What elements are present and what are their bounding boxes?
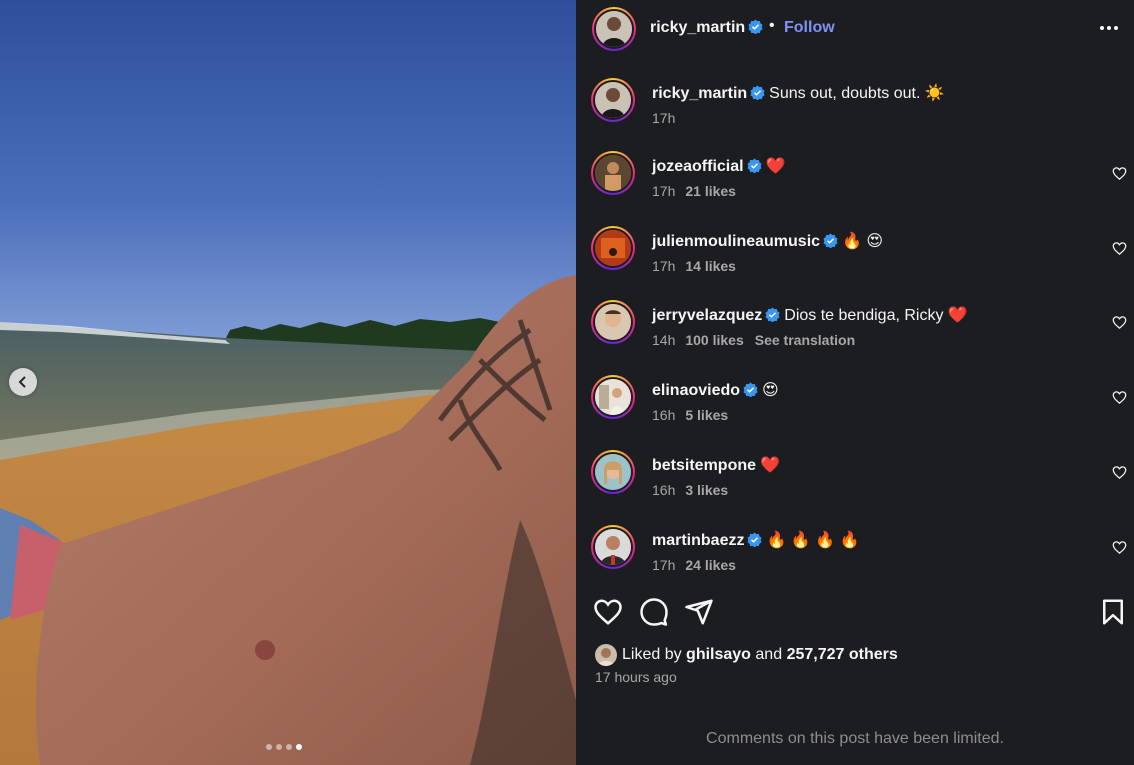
heart-icon[interactable] [1112, 540, 1127, 555]
comment-username[interactable]: betsitempone [652, 457, 756, 474]
caption-time: 17h [652, 110, 676, 126]
heart-icon[interactable] [593, 597, 623, 627]
comment-text: 🔥 🔥 🔥 🔥 [766, 532, 860, 549]
heart-icon[interactable] [1112, 166, 1127, 181]
caption-username[interactable]: ricky_martin [652, 85, 747, 102]
comment-time[interactable]: 14h [652, 332, 675, 348]
commenter-avatar[interactable] [591, 300, 635, 344]
follow-button[interactable]: Follow [784, 19, 835, 37]
caption-text: Suns out, doubts out. ☀️ [769, 85, 945, 102]
header-separator: • [769, 17, 775, 34]
comment-item: jozeaofficial ❤️ 17h 21 likes [576, 151, 1134, 211]
comment-text: ❤️ [765, 158, 786, 175]
post-side-panel: ricky_martin • Follow ricky_martin Suns o… [576, 0, 1134, 765]
comment-likes[interactable]: 3 likes [685, 482, 728, 498]
likes-summary: Liked by ghilsayo and 257,727 others [595, 644, 898, 666]
liked-by-joiner: and [755, 646, 783, 663]
verified-badge-icon [748, 19, 763, 34]
author-username-text: ricky_martin [650, 19, 746, 36]
comment-likes[interactable]: 21 likes [685, 183, 736, 199]
post-photo [0, 0, 576, 765]
comment-item: martinbaezz 🔥 🔥 🔥 🔥 17h 24 likes [576, 525, 1134, 585]
caption-line: ricky_martin Suns out, doubts out. ☀️ [652, 83, 945, 103]
post-timestamp[interactable]: 17 hours ago [595, 669, 677, 685]
comment-time[interactable]: 17h [652, 183, 675, 199]
post-actions [576, 594, 1134, 630]
verified-badge-icon [765, 307, 780, 322]
carousel-dot [276, 744, 282, 750]
beach-photo [0, 0, 576, 765]
comment-text: ❤️ [760, 457, 780, 474]
previous-image-button[interactable] [9, 368, 37, 396]
liked-by-others[interactable]: 257,727 others [787, 646, 898, 664]
comment-item: julienmoulineaumusic 🔥 😍 17h 14 likes [576, 226, 1134, 286]
see-translation-link[interactable]: See translation [755, 332, 855, 348]
comments-limited-notice: Comments on this post have been limited. [706, 730, 1004, 747]
comment-time[interactable]: 17h [652, 557, 675, 573]
verified-badge-icon [743, 382, 758, 397]
liker-avatar[interactable] [595, 644, 617, 666]
more-options-icon[interactable] [1100, 18, 1120, 38]
liked-by-user[interactable]: ghilsayo [686, 646, 751, 664]
comment-item: jerryvelazquez Dios te bendiga, Ricky ❤️ … [576, 300, 1134, 360]
verified-badge-icon [823, 233, 838, 248]
verified-badge-icon [747, 532, 762, 547]
author-avatar[interactable] [592, 7, 636, 51]
carousel-dot [266, 744, 272, 750]
heart-icon[interactable] [1112, 241, 1127, 256]
comment-time[interactable]: 16h [652, 407, 675, 423]
carousel-indicator [266, 744, 302, 750]
comment-username[interactable]: jerryvelazquez [652, 307, 762, 324]
comment-time[interactable]: 16h [652, 482, 675, 498]
share-icon[interactable] [684, 597, 714, 627]
carousel-dot-active [296, 744, 302, 750]
comment-username[interactable]: elinaoviedo [652, 382, 740, 399]
author-username[interactable]: ricky_martin [650, 19, 763, 37]
heart-icon[interactable] [1112, 315, 1127, 330]
bookmark-icon[interactable] [1098, 597, 1128, 627]
comment-text: 😍 [762, 382, 779, 399]
caption-meta: 17h [652, 110, 675, 126]
verified-badge-icon [747, 158, 762, 173]
post-caption: ricky_martin Suns out, doubts out. ☀️ 17h [576, 78, 1134, 138]
liked-by-prefix: Liked by [622, 646, 682, 663]
comment-item: betsitempone ❤️ 16h 3 likes [576, 450, 1134, 510]
heart-icon[interactable] [1112, 465, 1127, 480]
divider [576, 582, 1134, 583]
comment-item: elinaoviedo 😍 16h 5 likes [576, 375, 1134, 435]
comment-icon[interactable] [639, 597, 669, 627]
comment-likes[interactable]: 100 likes [685, 332, 743, 348]
comment-username[interactable]: jozeaofficial [652, 158, 744, 175]
commenter-avatar[interactable] [591, 450, 635, 494]
comment-username[interactable]: julienmoulineaumusic [652, 233, 820, 250]
commenter-avatar[interactable] [591, 525, 635, 569]
commenter-avatar[interactable] [591, 151, 635, 195]
comment-likes[interactable]: 5 likes [685, 407, 728, 423]
verified-badge-icon [750, 85, 765, 100]
carousel-dot [286, 744, 292, 750]
comment-time[interactable]: 17h [652, 258, 675, 274]
comment-text: Dios te bendiga, Ricky ❤️ [784, 307, 968, 324]
caption-avatar[interactable] [591, 78, 635, 122]
comment-likes[interactable]: 24 likes [685, 557, 736, 573]
comment-likes[interactable]: 14 likes [685, 258, 736, 274]
chevron-left-icon [18, 376, 26, 388]
commenter-avatar[interactable] [591, 226, 635, 270]
post-header: ricky_martin • Follow [576, 0, 1134, 58]
heart-icon[interactable] [1112, 390, 1127, 405]
comment-username[interactable]: martinbaezz [652, 532, 744, 549]
commenter-avatar[interactable] [591, 375, 635, 419]
comment-text: 🔥 😍 [842, 233, 884, 250]
